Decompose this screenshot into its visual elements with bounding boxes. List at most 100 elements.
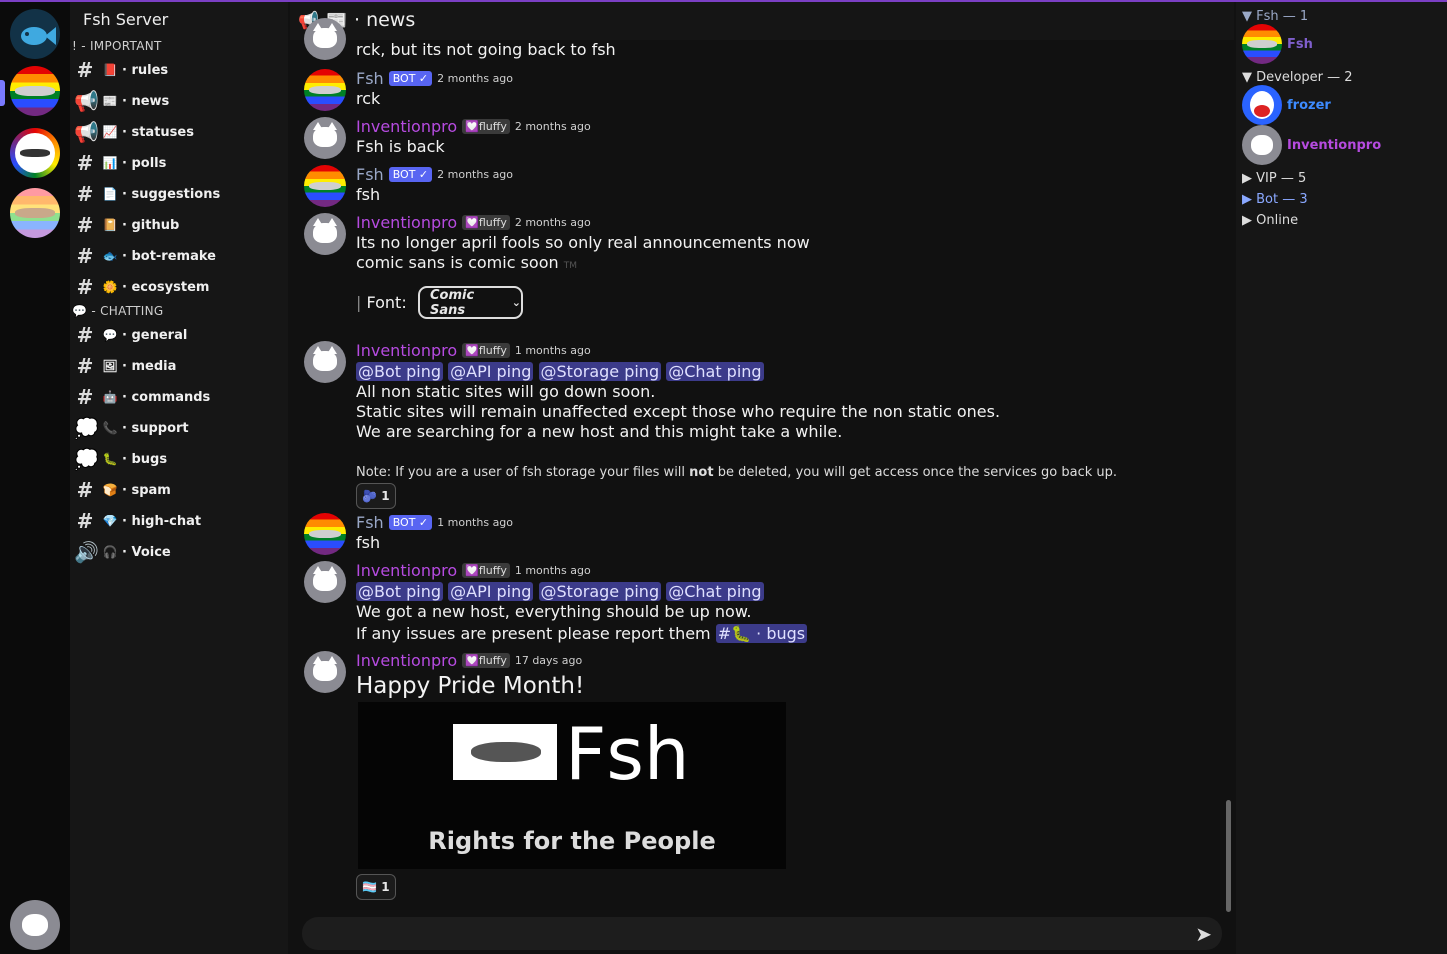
channel-bugs[interactable]: 💭 🐛 · bugs	[74, 447, 167, 471]
avatar	[1242, 125, 1282, 165]
home-fish-icon[interactable]	[10, 9, 60, 59]
megaphone-icon: 📢	[74, 120, 99, 144]
avatar[interactable]	[304, 513, 346, 555]
hash-icon: #	[76, 58, 94, 82]
timestamp: 17 days ago	[514, 654, 583, 667]
channel-emoji-icon: 📞	[102, 421, 118, 435]
role-mention[interactable]: @Bot ping	[356, 362, 444, 381]
role-mention[interactable]: @Chat ping	[666, 362, 764, 381]
message-input[interactable]: ➤	[302, 917, 1222, 950]
blueberry-icon: 🫐	[362, 489, 378, 503]
channel-high-chat[interactable]: # 💎 · high-chat	[74, 509, 201, 533]
font-select[interactable]: Comic Sans ⌄	[418, 286, 523, 319]
reaction-button[interactable]: 🏳️‍⚧️ 1	[356, 874, 396, 900]
group-developer[interactable]: ▼ Developer — 2	[1242, 70, 1353, 85]
server-fish-circle-icon[interactable]	[10, 128, 60, 178]
avatar[interactable]	[304, 213, 346, 255]
channel-github[interactable]: # 📔 · github	[74, 213, 180, 237]
reaction-button[interactable]: 🫐 1	[356, 483, 396, 509]
role-mention[interactable]: @Chat ping	[666, 582, 764, 601]
member-list: ▼ Fsh — 1 Fsh ▼ Developer — 2 frozer Inv…	[1236, 2, 1447, 954]
channel-mention[interactable]: #🐛 · bugs	[715, 624, 808, 643]
user-tag: 💟fluffy	[462, 343, 510, 358]
bot-badge: BOT ✓	[388, 71, 433, 86]
author-name[interactable]: Inventionpro	[356, 561, 457, 580]
role-mention[interactable]: @Storage ping	[538, 362, 662, 381]
channel-voice[interactable]: 🔊 🎧 · Voice	[74, 540, 171, 564]
role-mention[interactable]: @Bot ping	[356, 582, 444, 601]
megaphone-icon: 📢	[74, 89, 99, 113]
message-note: Note: If you are a user of fsh storage y…	[356, 465, 1117, 480]
server-name[interactable]: Fsh Server	[83, 10, 168, 29]
timestamp: 2 months ago	[514, 216, 591, 229]
timestamp: 2 months ago	[514, 120, 591, 133]
channel-emoji-icon: 🐛	[102, 452, 118, 466]
author-name[interactable]: Fsh	[356, 69, 384, 88]
message-text: All non static sites will go down soon.	[356, 382, 656, 401]
member-item[interactable]: Fsh	[1242, 24, 1442, 64]
author-name[interactable]: Fsh	[356, 165, 384, 184]
channel-media[interactable]: # 🖼 · media	[74, 354, 177, 378]
fish-logo-icon	[453, 724, 557, 780]
author-name[interactable]: Inventionpro	[356, 117, 457, 136]
group-bot[interactable]: ▶ Bot — 3	[1242, 192, 1308, 207]
avatar[interactable]	[304, 651, 346, 693]
channel-polls[interactable]: # 📊 · polls	[74, 151, 167, 175]
message-text: fsh	[356, 185, 381, 204]
channel-rules[interactable]: # 📕 · rules	[74, 58, 169, 82]
channel-bot-remake[interactable]: # 🐟 · bot-remake	[74, 244, 216, 268]
scrollbar[interactable]	[1226, 800, 1231, 912]
channel-emoji-icon: 🖼	[102, 359, 118, 373]
channel-suggestions[interactable]: # 📄 · suggestions	[74, 182, 221, 206]
channel-general[interactable]: # 💬 · general	[74, 323, 188, 347]
group-vip[interactable]: ▶ VIP — 5	[1242, 171, 1306, 186]
send-icon[interactable]: ➤	[1195, 922, 1212, 946]
message-text: Static sites will remain unaffected exce…	[356, 402, 1001, 421]
channel-statuses[interactable]: 📢 📈 · statuses	[74, 120, 194, 144]
avatar	[1242, 85, 1282, 125]
bot-badge: BOT ✓	[388, 515, 433, 530]
group-online[interactable]: ▶ Online	[1242, 213, 1298, 228]
channel-ecosystem[interactable]: # 🌼 · ecosystem	[74, 275, 210, 299]
timestamp: 2 months ago	[437, 168, 514, 181]
message-text: We are searching for a new host and this…	[356, 422, 843, 441]
message-text: rck	[356, 89, 381, 108]
avatar[interactable]	[304, 561, 346, 603]
avatar[interactable]	[304, 117, 346, 159]
channel-news[interactable]: 📢 📰 · news	[74, 89, 169, 113]
avatar[interactable]	[304, 341, 346, 383]
channel-header: 📢 📰 · news	[290, 2, 1234, 40]
banner-subtitle: Rights for the People	[428, 827, 716, 855]
category-chatting[interactable]: 💬 - CHATTING	[72, 304, 163, 318]
member-item[interactable]: Inventionpro	[1242, 125, 1442, 165]
server-soft-pride-icon[interactable]	[10, 188, 60, 238]
message-text: If any issues are present please report …	[356, 624, 808, 643]
author-name[interactable]: Inventionpro	[356, 341, 457, 360]
hash-icon: #	[76, 354, 94, 378]
role-mention[interactable]: @API ping	[448, 362, 534, 381]
channel-support[interactable]: 💭 📞 · support	[74, 416, 189, 440]
channel-commands[interactable]: # 🤖 · commands	[74, 385, 211, 409]
avatar[interactable]	[304, 18, 346, 60]
category-important[interactable]: ! - IMPORTANT	[72, 39, 162, 53]
role-mention[interactable]: @API ping	[448, 582, 534, 601]
hash-icon: #	[76, 478, 94, 502]
group-fsh[interactable]: ▼ Fsh — 1	[1242, 9, 1308, 24]
channel-emoji-icon: 🍞	[102, 483, 118, 497]
channel-emoji-icon: 📈	[102, 125, 118, 139]
server-fsh-pride-icon[interactable]	[10, 66, 60, 116]
speech-bubble-icon: 💬	[72, 304, 92, 318]
avatar[interactable]	[304, 69, 346, 111]
hash-icon: #	[76, 509, 94, 533]
pride-banner-image[interactable]: Fsh Rights for the People	[358, 702, 786, 869]
avatar[interactable]	[304, 165, 346, 207]
user-avatar-icon[interactable]	[10, 900, 60, 950]
role-mention[interactable]: @Storage ping	[538, 582, 662, 601]
member-item[interactable]: frozer	[1242, 85, 1442, 125]
channel-spam[interactable]: # 🍞 · spam	[74, 478, 171, 502]
user-tag: 💟fluffy	[462, 119, 510, 134]
author-name[interactable]: Inventionpro	[356, 651, 457, 670]
author-name[interactable]: Inventionpro	[356, 213, 457, 232]
chevron-down-icon: ⌄	[511, 296, 521, 309]
author-name[interactable]: Fsh	[356, 513, 384, 532]
